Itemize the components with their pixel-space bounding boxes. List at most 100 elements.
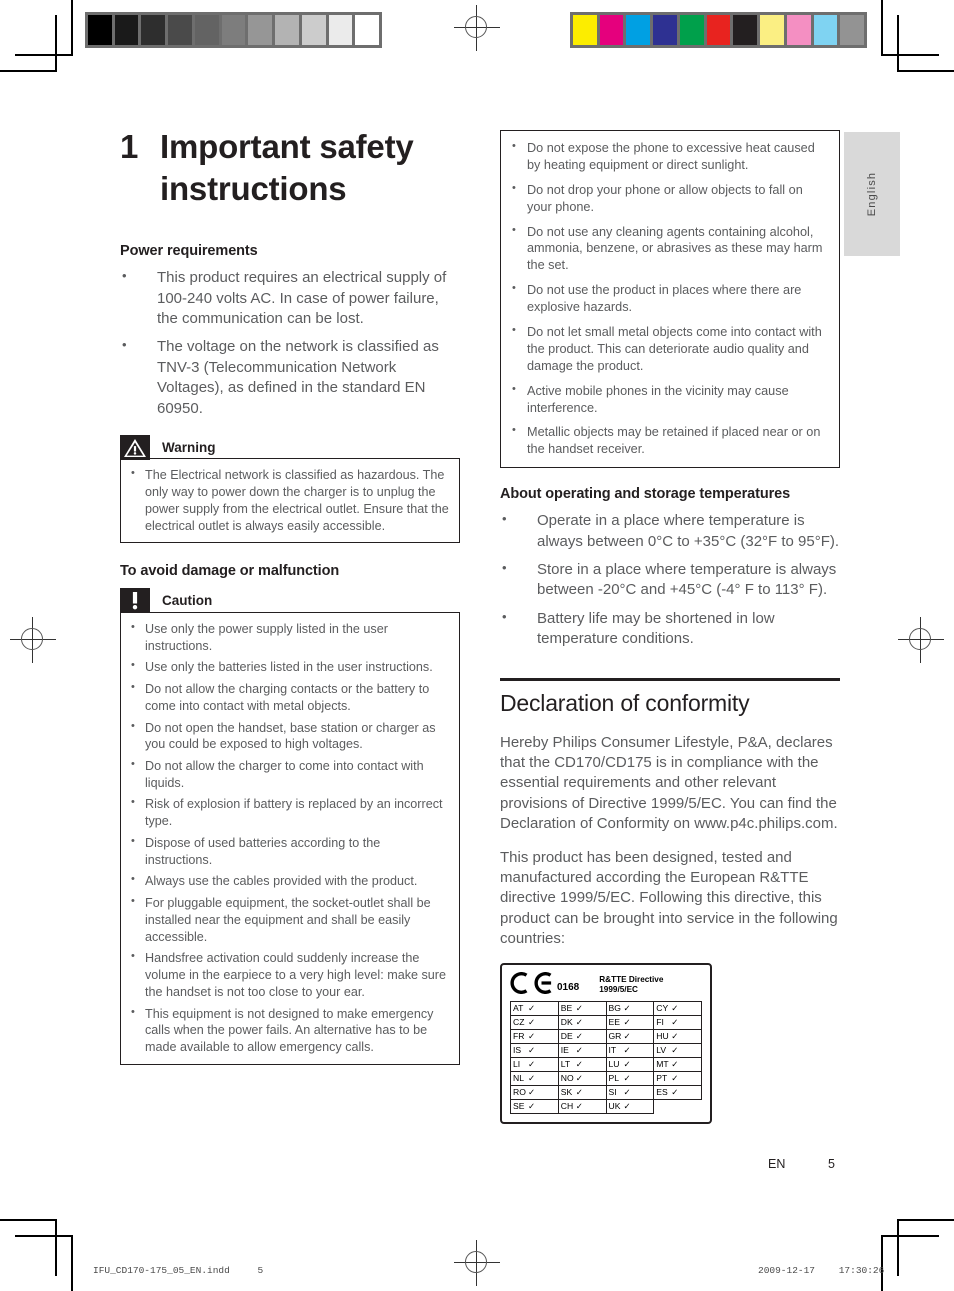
ce-country-code: SI <box>608 1086 617 1097</box>
table-row: LI ✓ LT ✓ LU ✓ MT ✓ <box>510 1056 702 1072</box>
declaration-paragraphs: Hereby Philips Consumer Lifestyle, P&A, … <box>500 733 840 950</box>
list-item: This equipment is not designed to make e… <box>129 1005 449 1056</box>
check-icon: ✓ <box>528 1016 536 1027</box>
ce-mark-icon: 0168 <box>510 971 579 994</box>
ce-country-code: DK <box>560 1016 573 1027</box>
check-icon: ✓ <box>528 1030 536 1041</box>
list-item: Do not allow the charging contacts or th… <box>129 680 449 714</box>
list-item: The Electrical network is classified as … <box>129 466 449 534</box>
ce-country-code: PT <box>656 1072 668 1083</box>
ce-country-code: CY <box>656 1002 669 1013</box>
list-item: Risk of explosion if battery is replaced… <box>129 795 449 829</box>
ce-country-code: GR <box>608 1030 622 1041</box>
ce-country-code: IT <box>608 1044 617 1055</box>
ce-country-cell: LV ✓ <box>653 1042 702 1058</box>
ce-country-cell: PT ✓ <box>653 1070 702 1086</box>
check-icon: ✓ <box>528 1002 536 1013</box>
table-row: AT ✓ BE ✓ BG ✓ CY ✓ <box>510 1000 702 1016</box>
check-icon: ✓ <box>623 1030 631 1041</box>
warning-triangle-icon <box>120 434 150 460</box>
check-icon: ✓ <box>623 1072 631 1083</box>
list-item: Store in a place where temperature is al… <box>500 559 840 601</box>
check-icon: ✓ <box>623 1016 631 1027</box>
ce-country-cell: LT ✓ <box>557 1056 607 1072</box>
check-icon: ✓ <box>671 1058 679 1069</box>
ce-country-code: DE <box>560 1030 573 1041</box>
ce-country-cell: IT ✓ <box>605 1042 655 1058</box>
warning-box-label: Warning <box>162 439 216 455</box>
ce-country-code: BE <box>560 1002 573 1013</box>
ce-box-header: 0168 R&TTE Directive 1999/5/EC <box>510 971 702 995</box>
ce-country-cell: DK ✓ <box>557 1014 607 1030</box>
ce-country-cell: CY ✓ <box>653 1000 702 1016</box>
ce-country-cell: FI ✓ <box>653 1014 702 1030</box>
ce-country-cell: AT ✓ <box>510 1000 559 1016</box>
table-row: FR ✓ DE ✓ GR ✓ HU ✓ <box>510 1028 702 1044</box>
list-item: Always use the cables provided with the … <box>129 872 449 890</box>
check-icon: ✓ <box>528 1058 536 1069</box>
check-icon: ✓ <box>575 1044 583 1055</box>
check-icon: ✓ <box>575 1030 583 1041</box>
table-row: NL ✓ NO ✓ PL ✓ PT ✓ <box>510 1070 702 1086</box>
list-item: For pluggable equipment, the socket-outl… <box>129 894 449 945</box>
list-item: Do not let small metal objects come into… <box>510 323 827 375</box>
ce-country-code: NO <box>560 1072 574 1083</box>
table-row: RO ✓ SK ✓ SI ✓ ES ✓ <box>510 1084 702 1100</box>
left-column: 1 Important safety instructions Power req… <box>120 126 460 1085</box>
chapter-number: 1 <box>120 128 139 165</box>
ce-country-cell: FR ✓ <box>510 1028 559 1044</box>
page-footer: EN 5 <box>768 1157 835 1171</box>
warning-box-body: The Electrical network is classified as … <box>120 458 460 544</box>
list-item: Operate in a place where temperature is … <box>500 510 840 552</box>
check-icon: ✓ <box>671 1044 679 1055</box>
check-icon: ✓ <box>528 1044 536 1055</box>
language-side-tab-label: English <box>866 171 878 217</box>
ce-country-cell: BE ✓ <box>557 1000 607 1016</box>
ce-country-cell: PL ✓ <box>605 1070 655 1086</box>
list-item: Dispose of used batteries according to t… <box>129 834 449 868</box>
ce-directive-line2: 1999/5/EC <box>599 984 638 994</box>
list-item: Do not expose the phone to excessive hea… <box>510 139 827 174</box>
ce-country-code: IS <box>513 1044 522 1055</box>
list-item: Do not use any cleaning agents containin… <box>510 223 827 275</box>
check-icon: ✓ <box>575 1100 583 1111</box>
page-language-code: EN <box>768 1157 786 1171</box>
ce-country-code: CH <box>560 1100 574 1111</box>
ce-country-code: HU <box>656 1030 669 1041</box>
ce-country-code: FR <box>513 1030 525 1041</box>
caution-box-label: Caution <box>162 593 213 609</box>
list-item: The voltage on the network is classified… <box>120 336 460 419</box>
right-column: Do not expose the phone to excessive hea… <box>500 130 840 1124</box>
ce-country-cell: NL ✓ <box>510 1070 559 1086</box>
ce-country-code: LV <box>656 1044 667 1055</box>
power-requirements-list: This product requires an electrical supp… <box>120 267 460 419</box>
table-row: IS ✓ IE ✓ IT ✓ LV ✓ <box>510 1042 702 1058</box>
caution-box-header: Caution <box>120 588 460 614</box>
table-row: SE ✓ CH ✓ UK ✓ <box>510 1098 702 1114</box>
exclamation-icon <box>120 588 150 614</box>
check-icon: ✓ <box>575 1072 583 1083</box>
ce-country-cell: LI ✓ <box>510 1056 559 1072</box>
print-filename: IFU_CD170-175_05_EN.indd 5 <box>93 1265 263 1276</box>
list-item: Do not drop your phone or allow objects … <box>510 181 827 216</box>
ce-country-cell: ES ✓ <box>653 1084 702 1100</box>
list-item: This product requires an electrical supp… <box>120 267 460 329</box>
temperatures-heading: About operating and storage temperatures <box>500 486 791 503</box>
ce-directive-text: R&TTE Directive 1999/5/EC <box>599 972 663 995</box>
ce-country-table: AT ✓ BE ✓ BG ✓ CY ✓ CZ ✓ DK ✓ EE ✓ FI ✓ FR ✓ DE ✓ GR ✓ HU ✓ IS ✓ I… <box>510 1000 702 1114</box>
ce-country-code: AT <box>513 1002 524 1013</box>
list-item: Do not open the handset, base station or… <box>129 718 449 753</box>
page-content: English 1 Important safety instructions P… <box>0 0 954 1291</box>
ce-country-code: LT <box>560 1058 571 1069</box>
list-item: Battery life may be shortened in low tem… <box>500 608 840 650</box>
list-item: Active mobile phones in the vicinity may… <box>510 382 827 417</box>
check-icon: ✓ <box>671 1016 679 1027</box>
page-number: 5 <box>828 1157 835 1171</box>
ce-conformity-box: 0168 R&TTE Directive 1999/5/EC AT ✓ BE ✓ BG ✓… <box>500 962 712 1124</box>
check-icon: ✓ <box>528 1100 536 1111</box>
print-file-page: 5 <box>257 1265 264 1276</box>
declaration-paragraph: This product has been designed, tested a… <box>500 848 838 948</box>
list-item: Use only the batteries listed in the use… <box>129 658 449 676</box>
ce-country-code: IE <box>560 1044 569 1055</box>
check-icon: ✓ <box>671 1086 679 1097</box>
